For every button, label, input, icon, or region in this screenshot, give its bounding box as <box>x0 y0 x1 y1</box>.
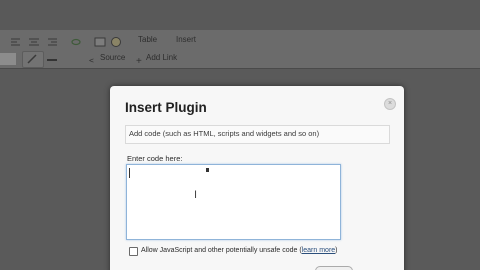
learn-more-link[interactable]: learn more <box>302 247 335 254</box>
media-icon[interactable] <box>110 35 122 47</box>
i-beam-cursor-icon: I <box>194 189 198 201</box>
code-textarea[interactable] <box>126 164 341 240</box>
align-right-icon[interactable] <box>46 35 58 47</box>
brush-button[interactable] <box>22 51 44 68</box>
svg-text:<: < <box>89 56 94 65</box>
allow-javascript-label: Allow JavaScript and other potentially u… <box>141 247 338 254</box>
source-button[interactable]: Source <box>100 53 125 62</box>
add-link-button[interactable]: Add Link <box>146 53 177 62</box>
plugin-description: Add code (such as HTML, scripts and widg… <box>129 129 320 138</box>
window-background-top <box>0 0 480 30</box>
text-caret <box>129 168 130 178</box>
plugin-description-box: Add code (such as HTML, scripts and widg… <box>125 125 390 144</box>
insert-menu[interactable]: Insert <box>176 35 196 44</box>
table-menu[interactable]: Table <box>138 35 157 44</box>
image-icon[interactable] <box>94 35 106 47</box>
toolbar-row-2: < Source + Add Link <box>0 50 480 68</box>
dialog-title: Insert Plugin <box>125 100 207 115</box>
font-size-input[interactable] <box>0 53 16 65</box>
insert-button[interactable] <box>315 266 353 270</box>
code-input-label: Enter code here: <box>127 154 183 163</box>
svg-text:+: + <box>136 56 142 66</box>
align-center-icon[interactable] <box>28 35 40 47</box>
add-link-icon: + <box>134 53 146 67</box>
align-left-icon[interactable] <box>10 35 22 47</box>
editor-toolbar: Table Insert < Source + Add Link <box>0 30 480 69</box>
horizontal-rule-icon[interactable] <box>46 53 58 65</box>
insert-plugin-dialog: Insert Plugin × Add code (such as HTML, … <box>110 86 404 270</box>
toolbar-row-1: Table Insert <box>0 32 480 50</box>
link-icon[interactable] <box>70 35 82 47</box>
allow-javascript-checkbox[interactable] <box>129 247 138 256</box>
mouse-pointer-icon <box>206 168 209 172</box>
source-icon: < <box>88 53 100 65</box>
close-icon[interactable]: × <box>384 98 396 110</box>
